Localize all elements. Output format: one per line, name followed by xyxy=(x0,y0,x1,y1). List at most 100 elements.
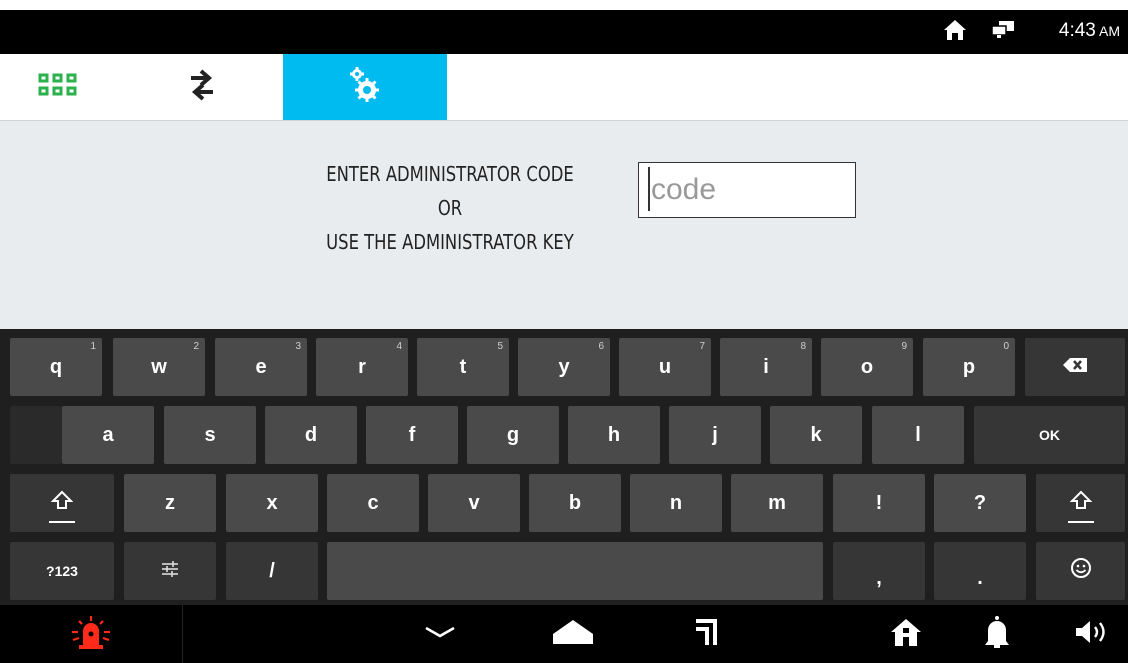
key-label: a xyxy=(102,423,114,446)
key-label: e xyxy=(255,355,267,378)
prompt-line-2: OR xyxy=(437,196,463,220)
key-y[interactable]: 6y xyxy=(518,338,610,396)
status-bar: 4:43 AM xyxy=(0,0,1128,54)
key-exclamation[interactable]: ! xyxy=(833,474,925,532)
key-n[interactable]: n xyxy=(630,474,722,532)
remote-desktop-icon xyxy=(990,20,1016,45)
key-label: x xyxy=(266,491,278,514)
key-label: w xyxy=(151,355,167,378)
grid-icon xyxy=(38,73,78,102)
keyboard-settings-key[interactable] xyxy=(124,542,216,600)
nav-house-button[interactable] xyxy=(880,605,932,663)
gears-icon xyxy=(345,65,385,110)
key-b[interactable]: b xyxy=(529,474,621,532)
key-w[interactable]: 2w xyxy=(113,338,205,396)
key-m[interactable]: m xyxy=(731,474,823,532)
key-label: u xyxy=(658,355,672,378)
key-t[interactable]: 5t xyxy=(417,338,509,396)
key-q[interactable]: 1q xyxy=(10,338,102,396)
backspace-key[interactable] xyxy=(1025,338,1125,396)
key-hint: 4 xyxy=(396,341,402,352)
shift-indicator xyxy=(49,521,75,523)
key-h[interactable]: h xyxy=(568,406,660,464)
key-label: ! xyxy=(875,491,883,514)
key-label: q xyxy=(49,355,63,378)
nav-volume-button[interactable] xyxy=(1065,605,1120,663)
key-z[interactable]: z xyxy=(124,474,216,532)
row2-spacer xyxy=(10,406,62,464)
key-label: s xyxy=(204,423,216,446)
key-label: n xyxy=(669,491,683,514)
key-label: z xyxy=(165,491,175,514)
key-label: t xyxy=(459,355,467,378)
tab-apps[interactable] xyxy=(18,54,98,120)
nav-home-button[interactable] xyxy=(540,605,606,663)
clock-ampm: AM xyxy=(1096,23,1120,39)
emoji-key[interactable] xyxy=(1036,542,1125,600)
key-f[interactable]: f xyxy=(366,406,458,464)
nav-back-button[interactable] xyxy=(410,605,470,663)
key-label: j xyxy=(712,423,718,446)
tab-bar xyxy=(0,54,1128,121)
back-icon xyxy=(424,625,456,644)
symbols-key[interactable]: ?123 xyxy=(10,542,114,600)
key-label: g xyxy=(506,423,520,446)
slash-label: / xyxy=(269,559,275,582)
key-label: b xyxy=(568,491,582,514)
ok-label: OK xyxy=(1039,427,1060,443)
space-key[interactable] xyxy=(327,542,823,600)
shift-right-key[interactable] xyxy=(1036,474,1125,532)
slash-key[interactable]: / xyxy=(226,542,318,600)
volume-icon xyxy=(1074,619,1112,650)
key-a[interactable]: a xyxy=(62,406,154,464)
key-x[interactable]: x xyxy=(226,474,318,532)
prompt-line-1: ENTER ADMINISTRATOR CODE xyxy=(326,162,574,186)
key-v[interactable]: v xyxy=(428,474,520,532)
ok-key[interactable]: OK xyxy=(974,406,1125,464)
key-label: d xyxy=(304,423,318,446)
tab-settings[interactable] xyxy=(283,54,447,120)
key-r[interactable]: 4r xyxy=(316,338,408,396)
period-key[interactable]: . xyxy=(934,542,1026,600)
tab-transfer[interactable] xyxy=(162,54,242,120)
alarm-icon xyxy=(70,615,112,654)
key-hint: 5 xyxy=(497,341,503,352)
on-screen-keyboard: 1q 2w 3e 4r 5t 6y 7u 8i 9o 0p a s d f g … xyxy=(0,329,1128,605)
key-o[interactable]: 9o xyxy=(821,338,913,396)
key-c[interactable]: c xyxy=(327,474,419,532)
key-hint: 0 xyxy=(1003,341,1009,352)
admin-login-panel: ENTER ADMINISTRATOR CODE OR USE THE ADMI… xyxy=(0,121,1128,329)
period-label: . xyxy=(977,566,983,589)
key-k[interactable]: k xyxy=(770,406,862,464)
key-p[interactable]: 0p xyxy=(923,338,1015,396)
alarm-button[interactable] xyxy=(0,605,183,663)
backspace-icon xyxy=(1062,356,1088,379)
key-l[interactable]: l xyxy=(872,406,964,464)
key-label: c xyxy=(367,491,379,514)
status-clock: 4:43 AM xyxy=(1059,20,1120,42)
prompt-line-3: USE THE ADMINISTRATOR KEY xyxy=(326,230,574,254)
nav-bell-button[interactable] xyxy=(972,605,1022,663)
swap-arrows-icon xyxy=(187,67,217,108)
comma-key[interactable]: , xyxy=(833,542,925,600)
key-u[interactable]: 7u xyxy=(619,338,711,396)
shift-left-key[interactable] xyxy=(10,474,114,532)
keyboard-settings-icon xyxy=(161,560,179,583)
key-hint: 8 xyxy=(800,341,806,352)
text-cursor xyxy=(648,167,650,211)
key-s[interactable]: s xyxy=(164,406,256,464)
key-i[interactable]: 8i xyxy=(720,338,812,396)
key-e[interactable]: 3e xyxy=(215,338,307,396)
admin-code-input[interactable] xyxy=(638,162,856,218)
bell-icon xyxy=(984,615,1010,654)
key-d[interactable]: d xyxy=(265,406,357,464)
key-j[interactable]: j xyxy=(669,406,761,464)
key-label: ? xyxy=(973,491,987,514)
key-hint: 9 xyxy=(901,341,907,352)
key-label: v xyxy=(468,491,480,514)
key-g[interactable]: g xyxy=(467,406,559,464)
recents-icon xyxy=(690,617,720,652)
key-question[interactable]: ? xyxy=(934,474,1026,532)
nav-recents-button[interactable] xyxy=(680,605,730,663)
key-label: r xyxy=(358,355,366,378)
